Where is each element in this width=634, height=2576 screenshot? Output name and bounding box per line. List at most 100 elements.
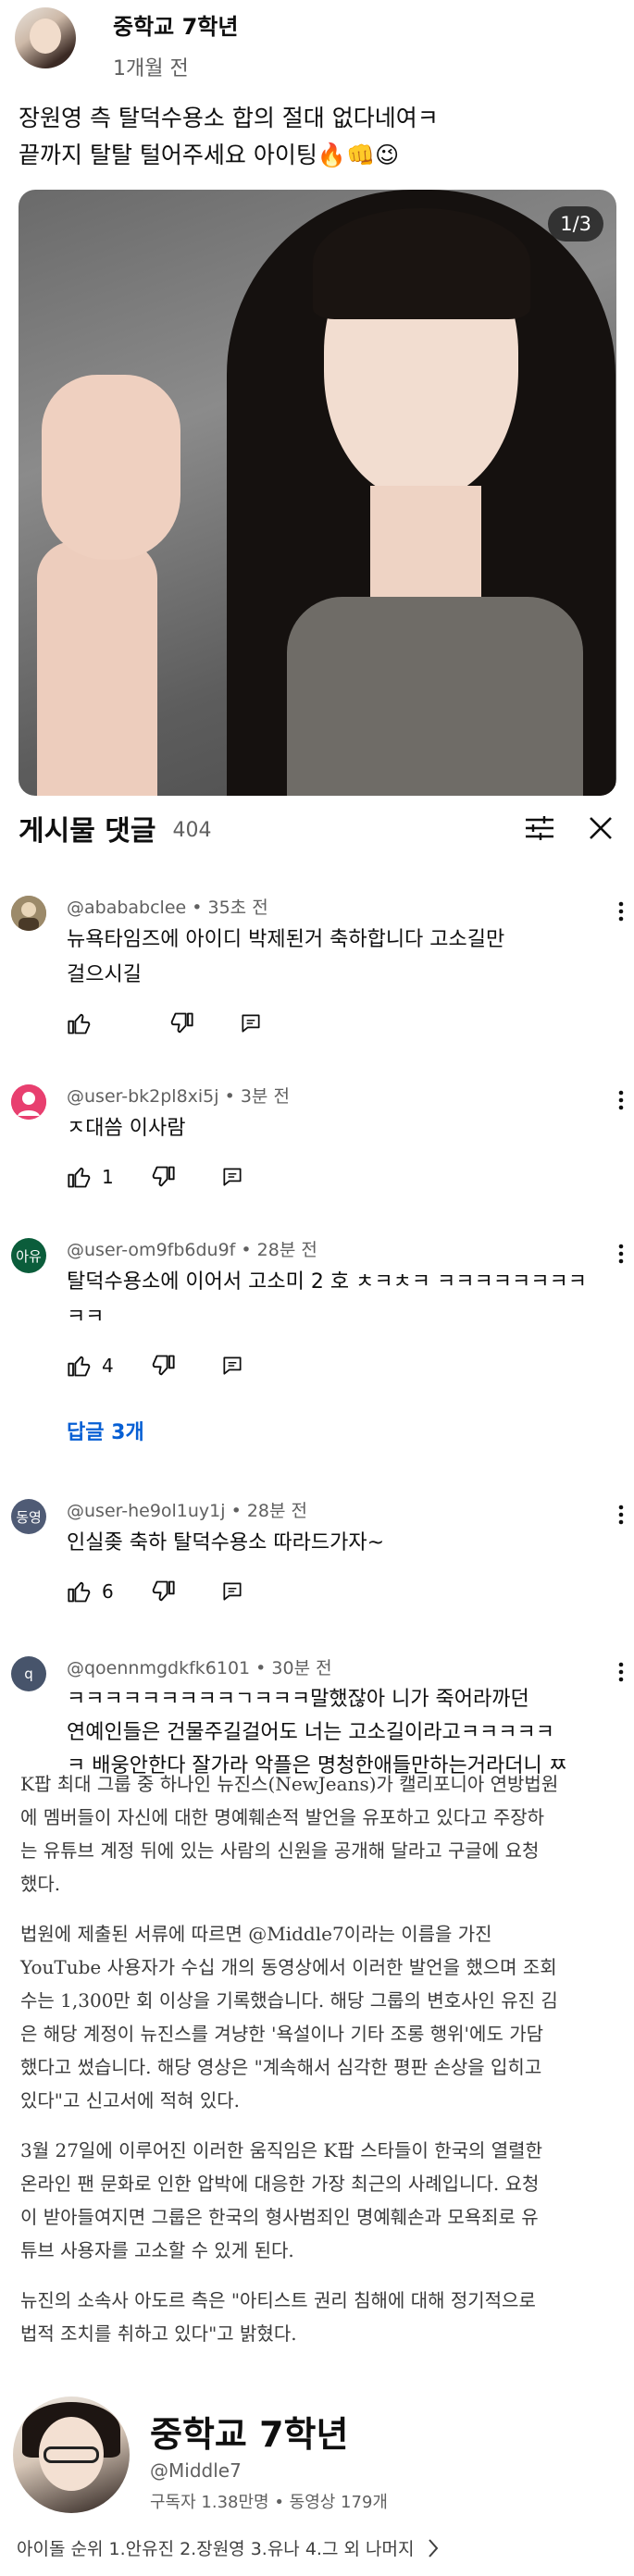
- comment-text-line: 탈덕수용소에 이어서 고소미 2 호 ㅊㅋㅊㅋ ㅋㅋㅋㅋㅋㅋㅋㅋ: [67, 1270, 587, 1294]
- comment-item: @user-bk2pl8xi5j • 3분 전 ㅈ대씀 이사람 1: [11, 1084, 627, 1205]
- article-line: 했다.: [20, 1873, 61, 1895]
- thumbs-up-icon: [68, 1167, 91, 1188]
- dislike-button[interactable]: [150, 1579, 176, 1604]
- article-line: 법원에 제출된 서류에 따르면 @Middle7이라는 이름을 가진: [20, 1923, 492, 1945]
- thumbs-up-icon: [68, 1581, 91, 1603]
- more-options-icon[interactable]: [615, 898, 627, 925]
- more-options-icon[interactable]: [615, 1501, 627, 1529]
- comments-header-actions: [521, 810, 619, 847]
- avatar-glasses: [44, 2446, 99, 2463]
- commenter-avatar[interactable]: 아유: [11, 1238, 46, 1273]
- comment-item: @abababclee • 35초 전 뉴욕타임즈에 아이디 박제된거 축하합니…: [11, 896, 627, 1053]
- thumbs-down-icon: [152, 1166, 175, 1187]
- view-replies-link[interactable]: 답글 3개: [67, 1416, 144, 1445]
- comment-body: @abababclee • 35초 전 뉴욕타임즈에 아이디 박제된거 축하합니…: [67, 894, 593, 1037]
- article-line: 법적 조치를 취하고 있다"고 밝혔다.: [20, 2322, 297, 2345]
- post-meta: 중학교 7학년 1개월 전: [113, 7, 238, 81]
- article-line: 뉴진의 소속사 아도르 측은 "아티스트 권리 침해에 대해 정기적으로: [20, 2289, 536, 2311]
- comment-author[interactable]: @user-bk2pl8xi5j • 3분 전: [67, 1083, 593, 1108]
- commenter-avatar[interactable]: q: [11, 1656, 46, 1691]
- comment-body: @user-bk2pl8xi5j • 3분 전 ㅈ대씀 이사람 1: [67, 1083, 593, 1191]
- comment-item: q @qoennmgdkfk6101 • 30분 전 ㅋㅋㅋㅋㅋㅋㅋㅋㅋㄱㅋㅋㅋ…: [11, 1656, 627, 1777]
- comment-author[interactable]: @qoennmgdkfk6101 • 30분 전: [67, 1654, 593, 1679]
- comment-text-line: 인실좆 축하 탈덕수용소 따라드가자~: [67, 1531, 385, 1554]
- comment-body: @qoennmgdkfk6101 • 30분 전 ㅋㅋㅋㅋㅋㅋㅋㅋㅋㄱㅋㅋㅋ말했…: [67, 1654, 593, 1783]
- dislike-button[interactable]: [168, 1010, 194, 1036]
- comment-author[interactable]: @abababclee • 35초 전: [67, 894, 593, 919]
- thumbs-down-icon: [170, 1012, 193, 1034]
- like-button[interactable]: 6: [67, 1579, 120, 1604]
- thumbs-down-icon: [152, 1580, 175, 1602]
- reply-button[interactable]: [220, 1354, 244, 1378]
- reply-icon: [223, 1582, 242, 1601]
- channel-card[interactable]: 중학교 7학년 @Middle7 구독자 1.38만명 • 동영상 179개 아…: [13, 2396, 621, 2559]
- thumbs-down-icon: [152, 1355, 175, 1376]
- article-line: K팝 최대 그룹 중 하나인 뉴진스(NewJeans)가 캘리포니아 연방법원: [20, 1773, 559, 1795]
- sort-filter-icon[interactable]: [521, 810, 558, 847]
- comment-text: 뉴욕타임즈에 아이디 박제된거 축하합니다 고소길만 걸으시길: [67, 923, 593, 993]
- reply-icon: [242, 1014, 260, 1033]
- more-options-icon[interactable]: [615, 1086, 627, 1114]
- comment-author[interactable]: @user-om9fb6du9f • 28분 전: [67, 1236, 593, 1261]
- comment-actions: 6: [67, 1578, 593, 1605]
- commenter-avatar[interactable]: [11, 896, 46, 931]
- like-button[interactable]: [67, 1010, 120, 1036]
- post-text-line: 끝까지 탈탈 털어주세요 아이팅🔥👊😉: [19, 142, 400, 168]
- comment-author[interactable]: @user-he9ol1uy1j • 28분 전: [67, 1497, 593, 1522]
- dislike-button[interactable]: [150, 1164, 176, 1190]
- channel-description-text: 아이돌 순위 1.안유진 2.장원영 3.유나 4.그 외 나머지: [17, 2539, 415, 2559]
- comments-title: 게시물 댓글: [19, 815, 156, 848]
- reply-icon: [223, 1168, 242, 1186]
- comments-header: 게시물 댓글 404: [19, 805, 619, 851]
- commenter-avatar[interactable]: 동영: [11, 1499, 46, 1534]
- article-line: 수는 1,300만 회 이상을 기록했습니다. 해당 그룹의 변호사인 유진 김: [20, 1989, 558, 2012]
- comment-text: 탈덕수용소에 이어서 고소미 2 호 ㅊㅋㅊㅋ ㅋㅋㅋㅋㅋㅋㅋㅋ ㅋㅋ: [67, 1265, 593, 1335]
- channel-stats: 구독자 1.38만명 • 동영상 179개: [150, 2493, 388, 2512]
- commenter-avatar[interactable]: [11, 1084, 46, 1120]
- comment-actions: 1: [67, 1163, 593, 1191]
- article-line: 했다고 썼습니다. 해당 영상은 "계속해서 심각한 평판 손상을 입히고: [20, 2056, 542, 2078]
- comment-text-line: ㅋㅋㅋㅋㅋㅋㅋㅋㅋㄱㅋㅋㅋ말했잖아 니가 죽어라까던: [67, 1688, 529, 1711]
- comment-text-line: 걸으시길: [67, 963, 142, 986]
- post-text: 장원영 측 탈덕수용소 합의 절대 없다네여ㅋ 끝까지 탈탈 털어주세요 아이팅…: [19, 100, 611, 174]
- comment-body: @user-om9fb6du9f • 28분 전 탈덕수용소에 이어서 고소미 …: [67, 1236, 593, 1380]
- channel-description[interactable]: 아이돌 순위 1.안유진 2.장원영 3.유나 4.그 외 나머지: [17, 2535, 440, 2560]
- like-button[interactable]: 1: [67, 1164, 120, 1190]
- like-button[interactable]: 4: [67, 1353, 120, 1379]
- chevron-right-icon: [429, 2538, 439, 2557]
- news-article-excerpt: K팝 최대 그룹 중 하나인 뉴진스(NewJeans)가 캘리포니아 연방법원…: [20, 1767, 617, 2367]
- channel-card-name[interactable]: 중학교 7학년: [150, 2406, 348, 2457]
- article-line: 3월 27일에 이루어진 이러한 움직임은 K팝 스타들이 한국의 열렬한: [20, 2139, 542, 2161]
- post-image-carousel[interactable]: 1/3: [19, 190, 616, 796]
- close-icon[interactable]: [582, 810, 619, 847]
- comment-text-line: ㅋㅋ: [67, 1306, 105, 1329]
- like-count: 1: [102, 1166, 114, 1188]
- more-options-icon[interactable]: [615, 1240, 627, 1268]
- comment-body: @user-he9ol1uy1j • 28분 전 인실좆 축하 탈덕수용소 따라…: [67, 1497, 593, 1605]
- reply-icon: [223, 1356, 242, 1375]
- comment-actions: 4: [67, 1352, 593, 1380]
- post-time: 1개월 전: [113, 57, 189, 80]
- reply-button[interactable]: [220, 1579, 244, 1604]
- comment-item: 아유 @user-om9fb6du9f • 28분 전 탈덕수용소에 이어서 고…: [11, 1238, 627, 1395]
- like-count: 4: [102, 1355, 114, 1377]
- more-options-icon[interactable]: [615, 1658, 627, 1686]
- comments-count: 404: [172, 818, 212, 842]
- reply-button[interactable]: [220, 1165, 244, 1189]
- dislike-button[interactable]: [150, 1353, 176, 1379]
- article-line: 에 멤버들이 자신에 대한 명예훼손적 발언을 유포하고 있다고 주장하: [20, 1806, 545, 1828]
- article-line: 튜브 사용자를 고소할 수 있게 된다.: [20, 2239, 294, 2261]
- photo-hand: [42, 375, 180, 560]
- article-paragraph: K팝 최대 그룹 중 하나인 뉴진스(NewJeans)가 캘리포니아 연방법원…: [20, 1767, 617, 1901]
- comment-text-line: ㅈ대씀 이사람: [67, 1117, 186, 1140]
- channel-name[interactable]: 중학교 7학년: [113, 13, 238, 41]
- channel-avatar-large[interactable]: [13, 2396, 130, 2513]
- article-line: 온라인 팬 문화로 인한 압박에 대응한 가장 최근의 사례입니다. 요청: [20, 2173, 540, 2195]
- channel-avatar[interactable]: [15, 7, 76, 68]
- post-header: 중학교 7학년 1개월 전: [15, 7, 619, 80]
- article-line: 이 받아들여지면 그룹은 한국의 형사범죄인 명예훼손과 모욕죄로 유: [20, 2206, 539, 2228]
- photo-top: [287, 597, 583, 796]
- reply-button[interactable]: [239, 1011, 263, 1035]
- comment-text-line: 뉴욕타임즈에 아이디 박제된거 축하합니다 고소길만: [67, 928, 505, 951]
- comment-actions: [67, 1009, 593, 1037]
